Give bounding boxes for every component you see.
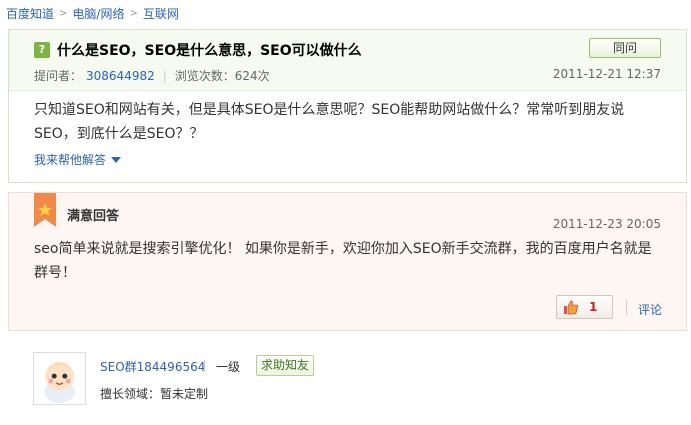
question-timestamp: 2011-12-21 12:37 bbox=[552, 67, 661, 81]
comment-link[interactable]: 评论 bbox=[638, 301, 662, 318]
best-answer-title: 满意回答 bbox=[67, 209, 120, 224]
answerer-card: SEO群184496564 一级 求助知友 擅长领域：暂未定制 bbox=[8, 340, 687, 425]
expertise-value: 暂未定制 bbox=[160, 387, 209, 401]
question-panel: ? 什么是SEO，SEO是什么意思，SEO可以做什么 同问 提问者： 30864… bbox=[8, 29, 687, 183]
same-question-button[interactable]: 同问 bbox=[589, 38, 661, 58]
user-level: 一级 bbox=[216, 360, 241, 374]
question-body: 只知道SEO和网站有关，但是具体SEO是什么意思呢？SEO能帮助网站做什么？常常… bbox=[34, 102, 625, 142]
answer-timestamp: 2011-12-23 20:05 bbox=[552, 217, 661, 231]
breadcrumb-item-internet[interactable]: 互联网 bbox=[143, 5, 179, 22]
user-divider bbox=[204, 360, 205, 372]
breadcrumb-separator: > bbox=[59, 7, 68, 19]
ask-for-help-button[interactable]: 求助知友 bbox=[256, 355, 314, 376]
ribbon-badge-icon bbox=[34, 193, 56, 227]
question-meta: 提问者： 308644982 | 浏览次数：624次 bbox=[34, 67, 270, 84]
view-count: 浏览次数：624次 bbox=[174, 69, 270, 83]
action-divider bbox=[626, 299, 627, 315]
asker-link[interactable]: 308644982 bbox=[86, 69, 155, 83]
asker-label: 提问者： bbox=[34, 69, 83, 83]
like-count: 1 bbox=[589, 300, 598, 314]
breadcrumb: 百度知道 > 电脑/网络 > 互联网 bbox=[6, 4, 179, 22]
caret-down-icon bbox=[111, 156, 122, 163]
answer-body: seo简单来说就是搜索引擎优化！ 如果你是新手，欢迎你加入SEO新手交流群，我的… bbox=[34, 241, 652, 281]
thumbs-up-icon bbox=[564, 300, 578, 315]
expertise-line: 擅长领域：暂未定制 bbox=[100, 385, 208, 402]
breadcrumb-item-computer-network[interactable]: 电脑/网络 bbox=[72, 5, 124, 22]
answerer-name-link[interactable]: SEO群184496564 bbox=[100, 358, 205, 375]
expertise-label: 擅长领域： bbox=[100, 387, 161, 401]
question-title: 什么是SEO，SEO是什么意思，SEO可以做什么 bbox=[57, 43, 362, 59]
breadcrumb-item-baidu-zhidao[interactable]: 百度知道 bbox=[6, 5, 54, 22]
breadcrumb-separator: > bbox=[129, 7, 138, 19]
help-answer-link[interactable]: 我来帮他解答 bbox=[34, 151, 122, 168]
like-button[interactable]: 1 bbox=[556, 295, 613, 319]
best-answer-panel: 满意回答 2011-12-23 20:05 seo简单来说就是搜索引擎优化！ 如… bbox=[8, 192, 687, 331]
question-mark-icon: ? bbox=[34, 42, 50, 58]
meta-divider: | bbox=[162, 68, 167, 83]
help-answer-label: 我来帮他解答 bbox=[34, 153, 107, 167]
baby-avatar-icon[interactable] bbox=[33, 352, 86, 405]
